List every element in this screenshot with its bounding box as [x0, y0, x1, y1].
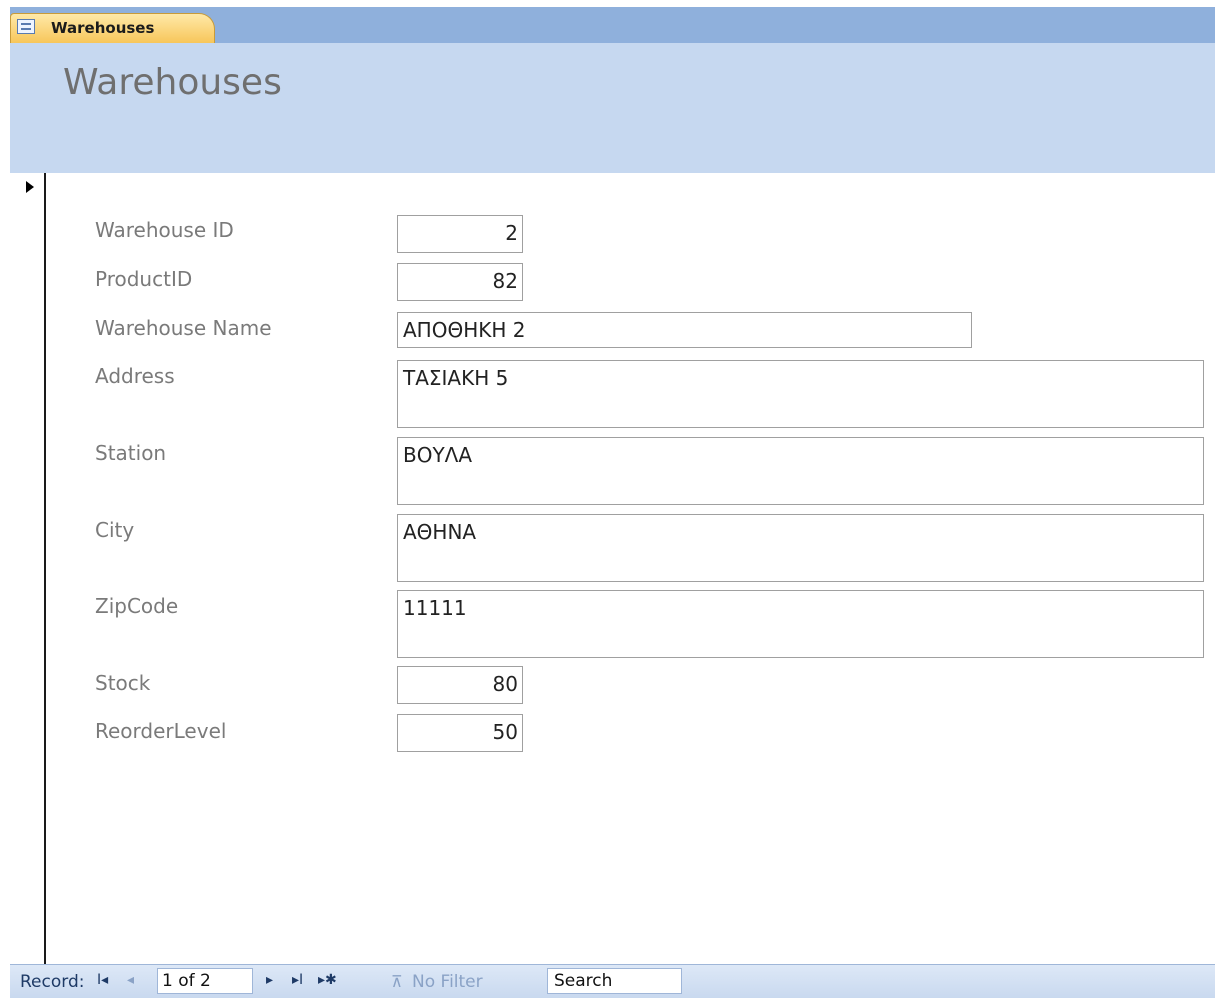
- station-label: Station: [95, 441, 167, 465]
- warehouse-name-label: Warehouse Name: [95, 316, 272, 340]
- reorder-level-label: ReorderLevel: [95, 719, 227, 743]
- search-input[interactable]: Search: [547, 968, 682, 994]
- previous-record-button[interactable]: ◂: [127, 972, 134, 988]
- tab-warehouses[interactable]: Warehouses: [10, 13, 215, 43]
- no-filter-button[interactable]: No Filter: [412, 972, 483, 992]
- page-title: Warehouses: [63, 62, 282, 103]
- current-record-arrow-icon: [26, 181, 34, 193]
- document-tab-strip: Warehouses: [10, 7, 1215, 43]
- warehouse-name-field[interactable]: ΑΠΟΘΗΚΗ 2: [397, 312, 972, 348]
- address-field[interactable]: ΤΑΣΙΑΚΗ 5: [397, 360, 1204, 428]
- record-label: Record:: [20, 972, 85, 992]
- zipcode-label: ZipCode: [95, 594, 179, 618]
- zipcode-field[interactable]: 11111: [397, 590, 1204, 658]
- new-record-button[interactable]: ▸✱: [318, 972, 337, 988]
- record-navigation-bar: Record: I◂ ◂ 1 of 2 ▸ ▸I ▸✱ ⊼ No Filter …: [10, 964, 1215, 998]
- tab-label: Warehouses: [51, 19, 155, 37]
- city-label: City: [95, 518, 135, 542]
- last-record-button[interactable]: ▸I: [292, 972, 303, 988]
- city-field[interactable]: ΑΘΗΝΑ: [397, 514, 1204, 582]
- current-record-input[interactable]: 1 of 2: [157, 968, 253, 994]
- warehouse-id-label: Warehouse ID: [95, 218, 234, 242]
- warehouse-id-field[interactable]: 2: [397, 215, 523, 253]
- no-filter-icon: ⊼: [391, 972, 403, 991]
- address-label: Address: [95, 364, 175, 388]
- stock-field[interactable]: 80: [397, 666, 523, 704]
- station-field[interactable]: ΒΟΥΛΑ: [397, 437, 1204, 505]
- first-record-button[interactable]: I◂: [97, 972, 108, 988]
- reorder-level-field[interactable]: 50: [397, 714, 523, 752]
- product-id-field[interactable]: 82: [397, 263, 523, 301]
- record-selector[interactable]: [10, 173, 46, 964]
- next-record-button[interactable]: ▸: [266, 972, 273, 988]
- stock-label: Stock: [95, 671, 151, 695]
- product-id-label: ProductID: [95, 267, 193, 291]
- form-icon: [17, 19, 35, 34]
